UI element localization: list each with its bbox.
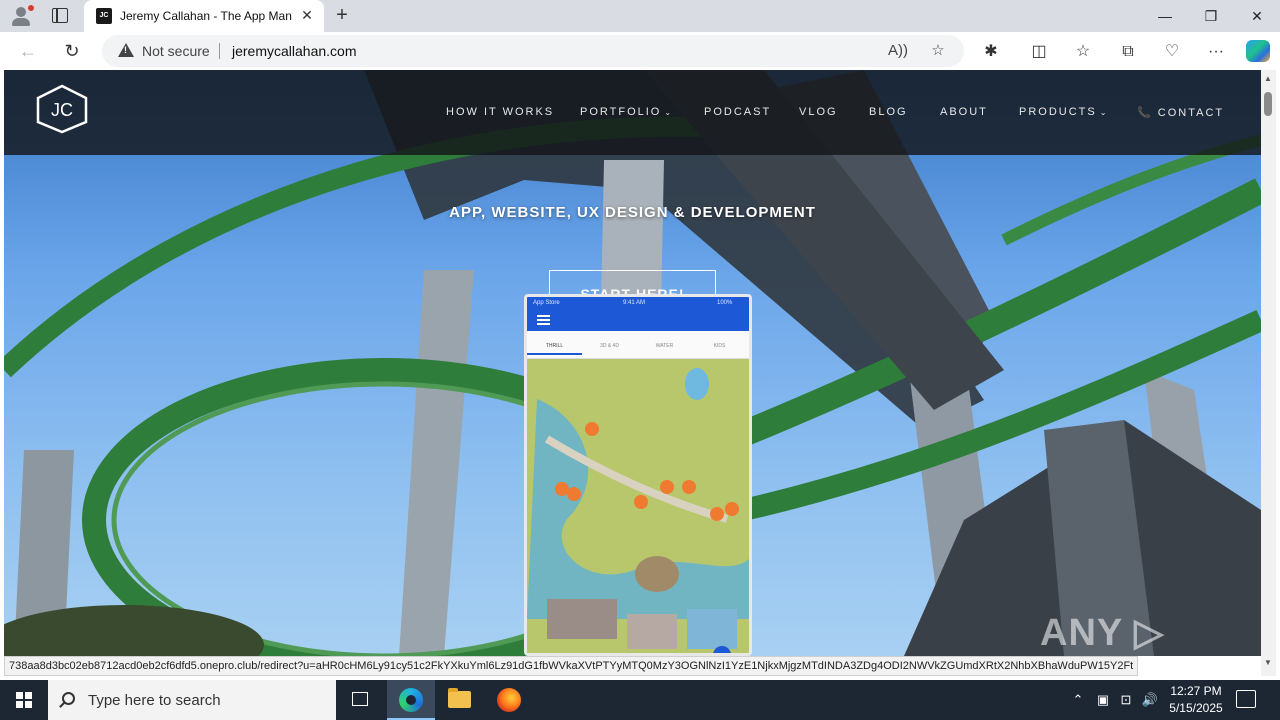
browser-title-bar: JC Jeremy Callahan - The App Man ✕ + — ❐… [0, 0, 1280, 32]
nav-how-it-works[interactable]: HOW IT WORKS [446, 106, 554, 118]
back-arrow-icon[interactable]: ← [16, 39, 40, 63]
tab-close-icon[interactable]: ✕ [298, 6, 316, 24]
search-icon [62, 692, 75, 705]
edge-taskbar-button[interactable] [387, 680, 435, 720]
firefox-icon [497, 688, 521, 712]
show-hidden-icons-chevron-icon[interactable]: ⌃ [1068, 680, 1088, 720]
page-scrollbar[interactable]: ▲ ▼ [1261, 70, 1276, 676]
window-close-button[interactable]: ✕ [1234, 0, 1280, 32]
copilot-icon[interactable] [1246, 40, 1270, 62]
firefox-taskbar-button[interactable] [485, 680, 533, 720]
clock-time: 12:27 PM [1170, 684, 1222, 698]
nav-vlog[interactable]: VLOG [799, 106, 838, 118]
site-header: JC HOW IT WORKS PORTFOLIO ⌄ PODCAST VLOG … [4, 70, 1261, 155]
task-view-button[interactable] [336, 680, 384, 720]
chevron-down-icon: ⌄ [1099, 108, 1109, 117]
address-separator [219, 43, 220, 59]
logo-text: JC [51, 100, 73, 120]
phone-tab-water: WATER [655, 343, 674, 349]
browser-toolbar: ← ↻ Not secure jeremycallahan.com A)) ☆ … [0, 32, 1280, 70]
chevron-down-icon: ⌄ [664, 108, 674, 117]
read-aloud-icon[interactable]: A)) [888, 41, 908, 61]
phone-tab-thrill: THRILL [527, 343, 582, 355]
link-preview-status-bar: 738aa8d3bc02eb8712acd0eb2cf6dfd5.onepro.… [4, 656, 1139, 676]
notification-center-icon[interactable] [1236, 690, 1256, 708]
nav-portfolio[interactable]: PORTFOLIO ⌄ [580, 106, 673, 118]
nav-podcast[interactable]: PODCAST [704, 106, 771, 118]
park-map-image [527, 359, 749, 653]
clock-date: 5/15/2025 [1169, 701, 1223, 715]
anyrun-watermark: ANY ▷ RUN [1040, 612, 1165, 656]
favorites-icon[interactable]: ☆ [1072, 41, 1094, 63]
edge-icon [399, 688, 423, 712]
nav-products[interactable]: PRODUCTS ⌄ [1019, 106, 1108, 118]
phone-status-bar: App Store 9:41 AM 100% [527, 297, 749, 309]
web-page: JC HOW IT WORKS PORTFOLIO ⌄ PODCAST VLOG … [4, 70, 1261, 656]
taskbar-search-box[interactable]: Type here to search [48, 680, 336, 720]
windows-logo-icon [16, 692, 32, 708]
collections-icon[interactable]: ⧉ [1117, 41, 1139, 63]
task-view-icon [352, 692, 368, 706]
phone-tab-3d-4d: 3D & 4D [600, 343, 619, 349]
more-menu-icon[interactable]: ··· [1205, 41, 1227, 63]
split-screen-icon[interactable]: ◫ [1028, 41, 1050, 63]
nav-about[interactable]: ABOUT [940, 106, 988, 118]
site-logo-icon[interactable]: JC [34, 84, 90, 134]
warning-icon[interactable] [118, 43, 134, 57]
window-restore-button[interactable]: ❐ [1188, 0, 1234, 32]
search-placeholder: Type here to search [88, 692, 221, 709]
hamburger-menu-icon [537, 315, 550, 325]
security-label[interactable]: Not secure [142, 43, 210, 59]
nav-contact[interactable]: 📞 CONTACT [1137, 106, 1224, 119]
volume-icon[interactable]: 🔊 [1140, 680, 1160, 720]
network-icon[interactable]: ⊡ [1116, 680, 1136, 720]
phone-tab-kids: KIDS [713, 343, 726, 349]
scroll-thumb[interactable] [1264, 92, 1272, 116]
phone-icon: 📞 [1137, 107, 1158, 119]
taskbar-clock[interactable]: 12:27 PM 5/15/2025 [1166, 683, 1226, 717]
profile-icon[interactable] [8, 4, 36, 28]
windows-taskbar: Type here to search ⌃ ▣ ⊡ 🔊 12:27 PM 5/1… [0, 680, 1280, 720]
phone-app-bar [527, 309, 749, 331]
scroll-down-arrow-icon[interactable]: ▼ [1264, 658, 1272, 667]
extensions-icon[interactable]: ✱ [980, 41, 1002, 63]
hero-title: APP, WEBSITE, UX DESIGN & DEVELOPMENT [449, 204, 816, 221]
folder-icon [448, 688, 471, 708]
browser-essentials-icon[interactable]: ♡ [1161, 41, 1183, 63]
new-tab-button[interactable]: + [330, 4, 354, 28]
phone-mockup: App Store 9:41 AM 100% THRILL 3D & 4D WA… [524, 294, 752, 656]
browser-tab-active[interactable]: JC Jeremy Callahan - The App Man ✕ [84, 0, 324, 32]
address-bar[interactable]: Not secure jeremycallahan.com A)) ☆ [102, 35, 964, 67]
tab-title: Jeremy Callahan - The App Man [120, 9, 292, 23]
tray-device-icon[interactable]: ▣ [1094, 680, 1112, 720]
phone-tabs: THRILL 3D & 4D WATER KIDS [527, 331, 749, 359]
start-button[interactable] [0, 680, 48, 720]
favorite-star-icon[interactable]: ☆ [928, 41, 948, 61]
scroll-up-arrow-icon[interactable]: ▲ [1264, 74, 1272, 83]
file-explorer-taskbar-button[interactable] [436, 680, 484, 720]
window-minimize-button[interactable]: — [1142, 0, 1188, 32]
url-text[interactable]: jeremycallahan.com [232, 43, 357, 59]
nav-blog[interactable]: BLOG [869, 106, 908, 118]
site-favicon-icon: JC [96, 8, 112, 24]
reload-icon[interactable]: ↻ [60, 39, 84, 63]
tab-actions-icon[interactable] [52, 7, 68, 23]
